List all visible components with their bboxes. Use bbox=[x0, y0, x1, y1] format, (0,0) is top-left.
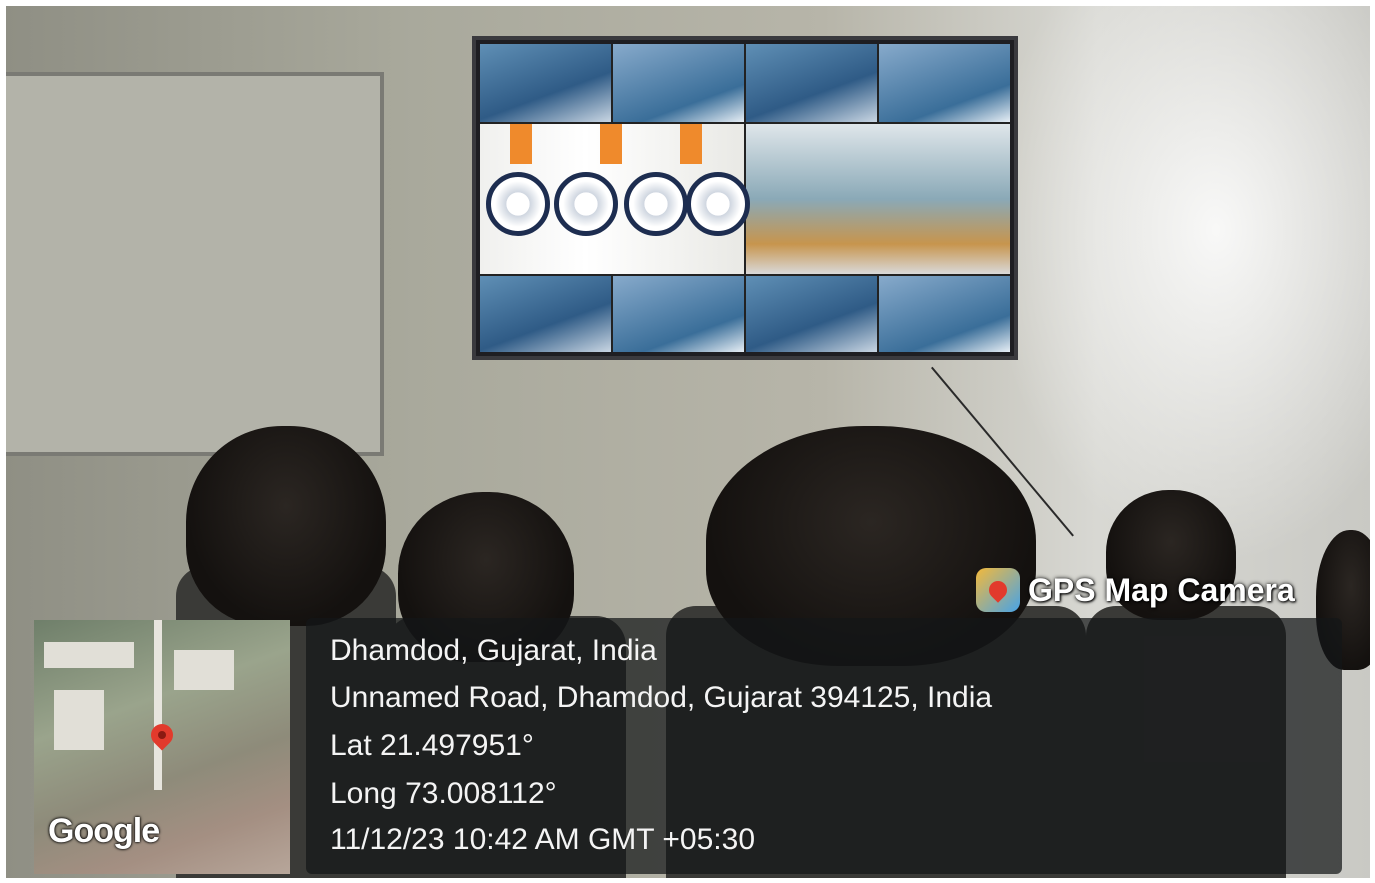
latitude: Lat 21.497951° bbox=[330, 729, 534, 762]
location-map-thumbnail: Google bbox=[34, 620, 290, 874]
video-tile bbox=[613, 276, 744, 352]
map-pin-icon bbox=[146, 719, 178, 751]
video-tile bbox=[746, 276, 877, 352]
brand-label: GPS Map Camera bbox=[1028, 571, 1295, 608]
video-tile bbox=[613, 44, 744, 122]
wall-light-glow bbox=[986, 6, 1370, 566]
map-building bbox=[174, 650, 234, 690]
video-tile bbox=[879, 44, 1010, 122]
location-info-panel: Dhamdod, Gujarat, India Unnamed Road, Dh… bbox=[306, 618, 1342, 874]
video-tile bbox=[746, 44, 877, 122]
map-building bbox=[44, 642, 134, 668]
flag-decoration bbox=[600, 124, 622, 164]
speaker-video-tile bbox=[480, 124, 750, 274]
flag-decoration bbox=[510, 124, 532, 164]
flag-decoration bbox=[680, 124, 702, 164]
person-head bbox=[186, 426, 386, 626]
google-logo: Google bbox=[48, 812, 160, 850]
address-line: Unnamed Road, Dhamdod, Gujarat 394125, I… bbox=[330, 681, 993, 714]
place-name: Dhamdod, Gujarat, India bbox=[330, 634, 657, 667]
wheel-emblem bbox=[624, 172, 688, 236]
wheel-emblem bbox=[686, 172, 750, 236]
map-road bbox=[154, 620, 162, 790]
video-tile bbox=[480, 44, 611, 122]
map-pin-icon bbox=[976, 568, 1020, 612]
video-conference-grid bbox=[480, 44, 1010, 352]
gps-map-camera-badge: GPS Map Camera bbox=[976, 566, 1295, 614]
whiteboard bbox=[6, 72, 384, 456]
wheel-emblem bbox=[554, 172, 618, 236]
wall-tv bbox=[472, 36, 1018, 360]
hall-video-tile bbox=[746, 124, 1010, 274]
video-tile bbox=[480, 276, 611, 352]
map-building bbox=[54, 690, 104, 750]
longitude: Long 73.008112° bbox=[330, 777, 557, 810]
wheel-emblem bbox=[486, 172, 550, 236]
video-tile bbox=[879, 276, 1010, 352]
timestamp: 11/12/23 10:42 AM GMT +05:30 bbox=[330, 823, 756, 856]
